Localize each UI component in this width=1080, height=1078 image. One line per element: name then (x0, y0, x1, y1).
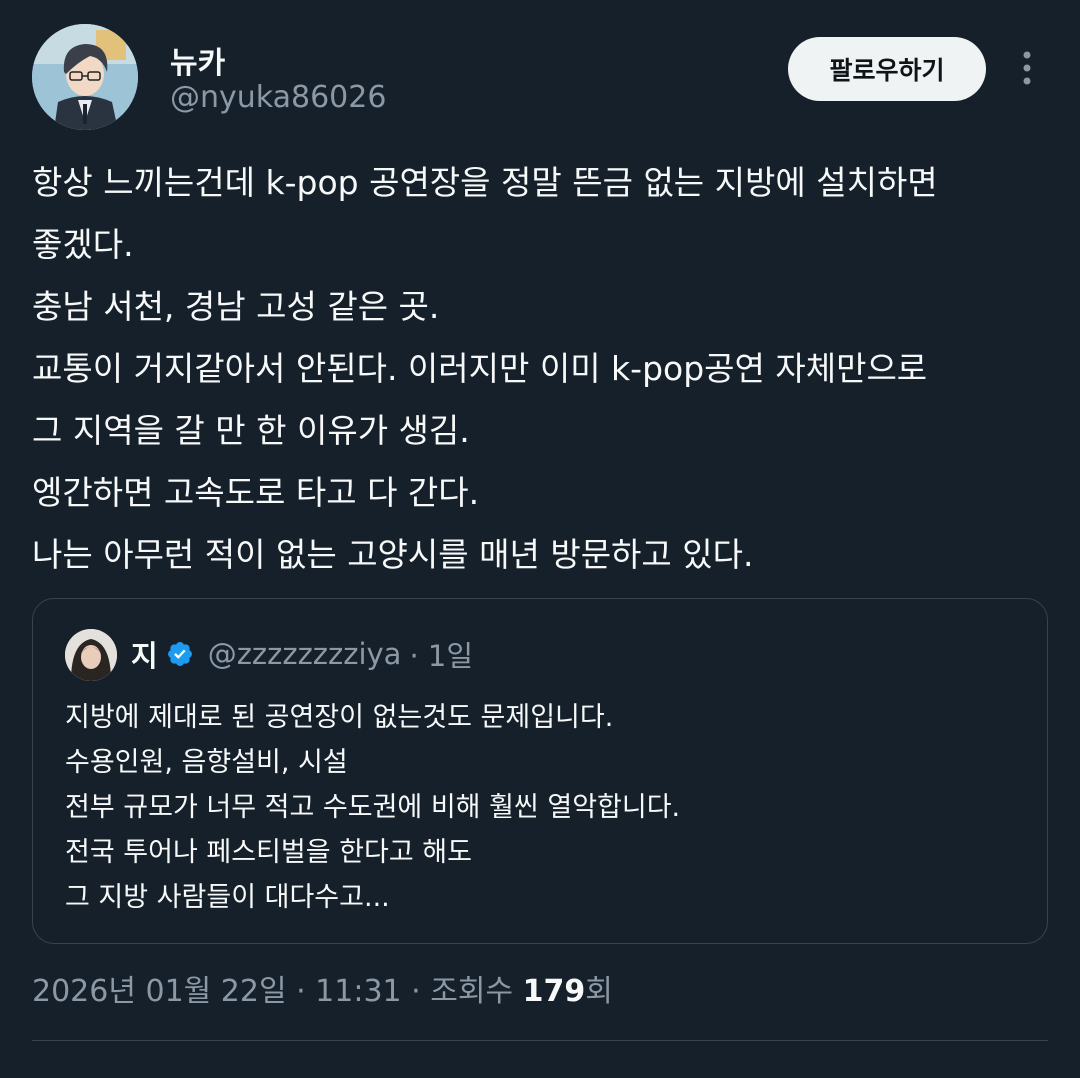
quoted-tweet-line: 그 지방 사람들이 대다수고... (65, 882, 390, 913)
more-vertical-icon (1023, 51, 1031, 85)
tweet-line: 좋겠다. (32, 225, 134, 264)
tweet-line: 항상 느끼는건데 k-pop 공연장을 정말 뜬금 없는 지방에 설치하면 (32, 163, 938, 202)
tweet-line: 교통이 거지같아서 안된다. 이러지만 이미 k-pop공연 자체만으로 (32, 349, 928, 388)
tweet-line: 엥간하면 고속도로 타고 다 간다. (32, 473, 480, 512)
quoted-tweet-header: 지 @zzzzzzzziya · 1일 (131, 633, 473, 675)
author-display-name[interactable]: 뉴카 (170, 38, 225, 82)
quoted-tweet-line: 전부 규모가 너무 적고 수도권에 비해 훨씬 열악합니다. (65, 792, 681, 823)
quoted-tweet-card[interactable]: 지 @zzzzzzzziya · 1일 지방에 제대로 된 공연장이 없는것도 … (32, 598, 1048, 944)
quoted-avatar-photo (65, 629, 117, 681)
quoted-tweet-text: 지방에 제대로 된 공연장이 없는것도 문제입니다. 수용인원, 음향설비, 시… (65, 695, 1025, 920)
tweet-meta: 2026년 01월 22일 · 11:31 · 조회수 179회 (32, 966, 613, 1010)
tweet-timestamp[interactable]: 2026년 01월 22일 · 11:31 · 조회수 (32, 974, 523, 1009)
more-options-button[interactable] (1012, 48, 1042, 88)
view-count: 179 (522, 974, 586, 1009)
quoted-author-avatar[interactable] (65, 629, 117, 681)
tweet-line: 그 지역을 갈 만 한 이유가 생김. (32, 411, 470, 450)
verified-badge-icon (167, 642, 192, 666)
quoted-author-name[interactable]: 지 (131, 633, 158, 675)
divider (32, 1040, 1048, 1041)
tweet-line: 나는 아무런 적이 없는 고양시를 매년 방문하고 있다. (32, 535, 754, 574)
author-handle[interactable]: @nyuka86026 (170, 80, 386, 115)
quoted-tweet-time: · 1일 (409, 639, 474, 673)
author-avatar[interactable] (32, 24, 138, 130)
tweet-line: 충남 서천, 경남 고성 같은 곳. (32, 287, 440, 326)
view-count-suffix: 회 (585, 974, 613, 1009)
quoted-tweet-line: 전국 투어나 페스티벌을 한다고 해도 (65, 837, 472, 868)
avatar-illustration (32, 24, 138, 130)
quoted-tweet-line: 지방에 제대로 된 공연장이 없는것도 문제입니다. (65, 702, 614, 733)
quoted-tweet-line: 수용인원, 음향설비, 시설 (65, 747, 348, 778)
quoted-author-handle[interactable]: @zzzzzzzziya (208, 637, 402, 671)
tweet-page: 뉴카 @nyuka86026 팔로우하기 항상 느끼는건데 k-pop 공연장을… (0, 0, 1080, 1078)
follow-button[interactable]: 팔로우하기 (788, 37, 986, 101)
tweet-text: 항상 느끼는건데 k-pop 공연장을 정말 뜬금 없는 지방에 설치하면 좋겠… (32, 152, 1048, 586)
